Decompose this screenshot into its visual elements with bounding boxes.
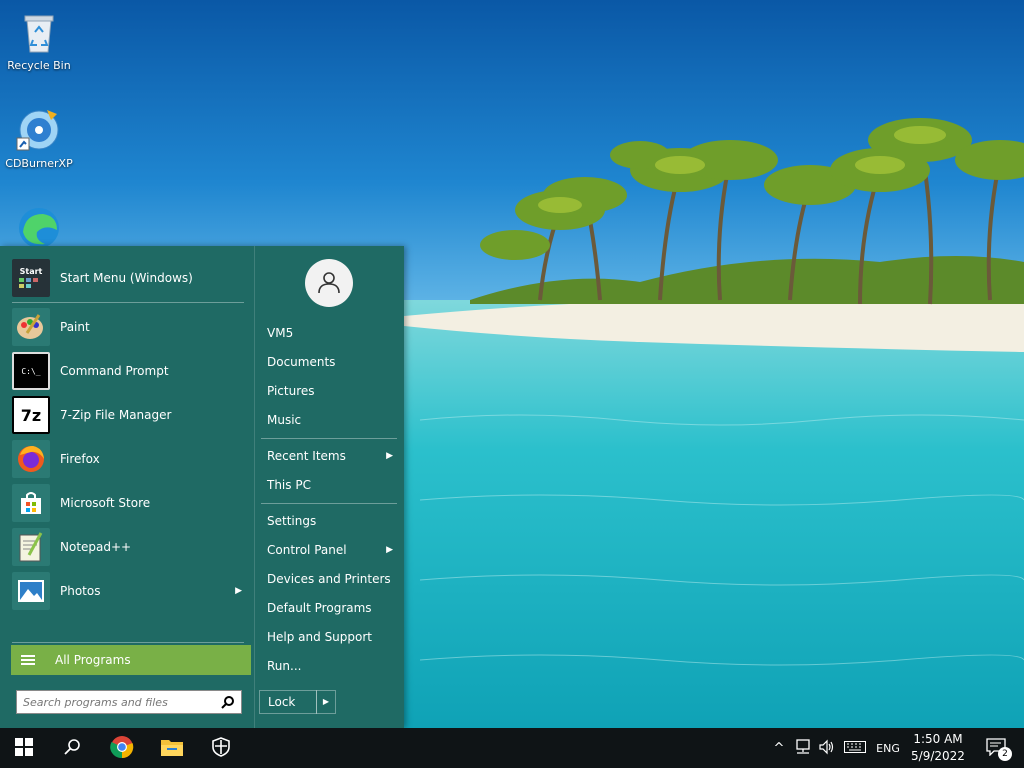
link-devices-and-printers[interactable]: Devices and Printers xyxy=(267,566,397,592)
7zip-icon: 7z xyxy=(12,396,50,434)
store-icon xyxy=(12,484,50,522)
keyboard-icon xyxy=(844,740,866,756)
taskbar-file-explorer-button[interactable] xyxy=(148,728,196,768)
program-item-command-prompt[interactable]: C:\_ Command Prompt xyxy=(12,351,248,391)
cmd-icon: C:\_ xyxy=(12,352,50,390)
program-label: Photos xyxy=(60,584,101,598)
taskbar: ^ ENG 1:50 AM 5/9/2022 2 xyxy=(0,728,1024,768)
tray-volume-button[interactable] xyxy=(816,728,838,768)
program-item-notepad-plus-plus[interactable]: Notepad++ xyxy=(12,527,248,567)
link-user-folder[interactable]: VM5 xyxy=(267,320,397,346)
link-this-pc[interactable]: This PC xyxy=(267,472,397,498)
search-icon xyxy=(63,738,81,759)
desktop-icon-recycle-bin[interactable]: Recycle Bin xyxy=(1,8,77,72)
program-label: Notepad++ xyxy=(60,540,132,554)
pinned-start-menu-windows[interactable]: Start Start Menu (Windows) xyxy=(12,258,248,298)
search-box xyxy=(16,690,242,714)
start-menu-app-icon: Start xyxy=(12,259,50,297)
system-separator xyxy=(261,503,397,504)
lock-button[interactable]: Lock xyxy=(259,690,317,714)
link-default-programs[interactable]: Default Programs xyxy=(267,595,397,621)
photos-icon xyxy=(12,572,50,610)
windows-logo-icon xyxy=(15,737,33,759)
cd-burner-icon xyxy=(15,106,63,154)
start-menu: Start Start Menu (Windows) Paint C:\_ Co… xyxy=(0,246,404,728)
notepad-icon xyxy=(12,528,50,566)
pinned-separator xyxy=(12,302,244,303)
chrome-icon xyxy=(110,735,134,762)
desktop-icon-label: CDBurnerXP xyxy=(5,157,73,170)
network-icon xyxy=(794,738,812,758)
program-label: Command Prompt xyxy=(60,364,169,378)
notifications-icon: 2 xyxy=(986,737,1012,761)
all-programs-label: All Programs xyxy=(55,653,131,667)
notification-count-badge: 2 xyxy=(998,746,1012,761)
program-item-photos[interactable]: Photos ▶ xyxy=(12,571,248,611)
user-avatar[interactable] xyxy=(305,259,353,307)
desktop-icon-label: Recycle Bin xyxy=(7,59,71,72)
clock-time: 1:50 AM xyxy=(913,732,963,746)
clock-date: 5/9/2022 xyxy=(911,749,965,763)
desktop-icon-cdburnerxp[interactable]: CDBurnerXP xyxy=(1,106,77,170)
tray-network-button[interactable] xyxy=(792,728,814,768)
paint-icon xyxy=(12,308,50,346)
recycle-bin-icon xyxy=(15,8,63,56)
tray-overflow-button[interactable]: ^ xyxy=(770,728,788,768)
link-run[interactable]: Run... xyxy=(267,653,397,679)
search-icon[interactable] xyxy=(221,695,235,712)
start-menu-places-pane: VM5 Documents Pictures Music Recent Item… xyxy=(254,246,404,728)
shield-icon xyxy=(212,736,230,760)
program-label: Paint xyxy=(60,320,90,334)
link-control-panel[interactable]: Control Panel ▶ xyxy=(267,537,397,563)
program-label: Firefox xyxy=(60,452,100,466)
link-music[interactable]: Music xyxy=(267,407,397,433)
program-label: 7-Zip File Manager xyxy=(60,408,172,422)
link-pictures[interactable]: Pictures xyxy=(267,378,397,404)
search-input[interactable] xyxy=(23,692,219,712)
taskbar-security-button[interactable] xyxy=(197,728,245,768)
start-button[interactable] xyxy=(0,728,48,768)
program-item-7zip[interactable]: 7z 7-Zip File Manager xyxy=(12,395,248,435)
tray-language-button[interactable]: ENG xyxy=(872,728,904,768)
start-menu-programs-pane: Start Start Menu (Windows) Paint C:\_ Co… xyxy=(0,246,254,728)
link-documents[interactable]: Documents xyxy=(267,349,397,375)
submenu-arrow-icon: ▶ xyxy=(235,586,242,596)
submenu-arrow-icon: ▶ xyxy=(386,545,393,555)
folder-icon xyxy=(160,737,184,760)
volume-icon xyxy=(818,739,836,758)
chevron-up-icon: ^ xyxy=(773,740,785,756)
program-label: Microsoft Store xyxy=(60,496,151,510)
programs-separator xyxy=(12,642,244,643)
submenu-arrow-icon: ▶ xyxy=(386,451,393,461)
taskbar-search-button[interactable] xyxy=(48,728,96,768)
user-icon xyxy=(316,269,342,298)
tray-keyboard-button[interactable] xyxy=(842,728,868,768)
places-separator xyxy=(261,438,397,439)
link-recent-items[interactable]: Recent Items ▶ xyxy=(267,443,397,469)
program-item-microsoft-store[interactable]: Microsoft Store xyxy=(12,483,248,523)
program-item-paint[interactable]: Paint xyxy=(12,307,248,347)
program-item-firefox[interactable]: Firefox xyxy=(12,439,248,479)
link-help-and-support[interactable]: Help and Support xyxy=(267,624,397,650)
link-settings[interactable]: Settings xyxy=(267,508,397,534)
chevron-right-icon: ▶ xyxy=(322,697,330,706)
firefox-icon xyxy=(12,440,50,478)
taskbar-chrome-button[interactable] xyxy=(98,728,146,768)
list-icon xyxy=(21,653,35,667)
edge-icon xyxy=(15,204,63,252)
taskbar-clock[interactable]: 1:50 AM 5/9/2022 xyxy=(906,731,970,765)
action-center-button[interactable]: 2 xyxy=(978,728,1014,768)
power-options-arrow-button[interactable]: ▶ xyxy=(316,690,336,714)
pinned-label: Start Menu (Windows) xyxy=(60,271,193,285)
all-programs-button[interactable]: All Programs xyxy=(11,645,251,675)
